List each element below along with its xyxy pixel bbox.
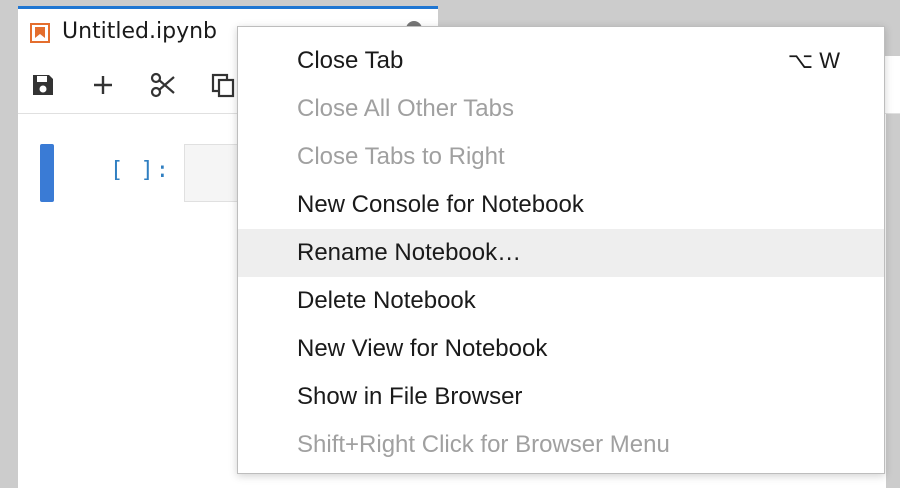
menu-item-label: Close Tab xyxy=(297,47,404,74)
menu-item-label: Delete Notebook xyxy=(297,287,476,314)
menu-item-label: Rename Notebook… xyxy=(297,239,522,266)
menu-item-close-tabs-to-right[interactable]: Close Tabs to Right xyxy=(238,133,884,181)
add-icon xyxy=(91,73,115,97)
tab-context-menu: Close Tab ⌥ W Close All Other Tabs Close… xyxy=(237,26,885,474)
cut-icon xyxy=(149,71,177,99)
notebook-icon xyxy=(30,23,50,43)
menu-item-label: Close Tabs to Right xyxy=(297,143,505,170)
right-gutter xyxy=(886,56,900,488)
cut-button[interactable] xyxy=(146,68,180,102)
menu-item-new-view-for-notebook[interactable]: New View for Notebook xyxy=(238,325,884,373)
menu-item-label: New View for Notebook xyxy=(297,335,548,362)
copy-button[interactable] xyxy=(206,68,240,102)
menu-item-label: New Console for Notebook xyxy=(297,191,584,218)
menu-item-label: Show in File Browser xyxy=(297,383,523,410)
left-gutter xyxy=(0,56,18,488)
tab-title: Untitled.ipynb xyxy=(62,19,218,44)
menu-item-show-in-file-browser[interactable]: Show in File Browser xyxy=(238,373,884,421)
menu-item-label: Close All Other Tabs xyxy=(297,95,514,122)
menu-item-new-console-for-notebook[interactable]: New Console for Notebook xyxy=(238,181,884,229)
save-button[interactable] xyxy=(26,68,60,102)
active-cell-indicator xyxy=(40,144,54,202)
menu-item-shortcut: ⌥ W xyxy=(787,48,840,73)
menu-item-delete-notebook[interactable]: Delete Notebook xyxy=(238,277,884,325)
cell-prompt: [ ]: xyxy=(110,158,171,183)
menu-item-rename-notebook[interactable]: Rename Notebook… xyxy=(238,229,884,277)
menu-item-close-tab[interactable]: Close Tab ⌥ W xyxy=(238,37,884,85)
menu-item-browser-menu-hint: Shift+Right Click for Browser Menu xyxy=(238,421,884,469)
save-icon xyxy=(30,72,56,98)
menu-item-close-all-other-tabs[interactable]: Close All Other Tabs xyxy=(238,85,884,133)
copy-icon xyxy=(210,72,236,98)
menu-item-label: Shift+Right Click for Browser Menu xyxy=(297,431,670,458)
jupyterlab-window: Untitled.ipynb []: Close Tab ⌥ W Close … xyxy=(0,0,900,488)
add-cell-button[interactable] xyxy=(86,68,120,102)
